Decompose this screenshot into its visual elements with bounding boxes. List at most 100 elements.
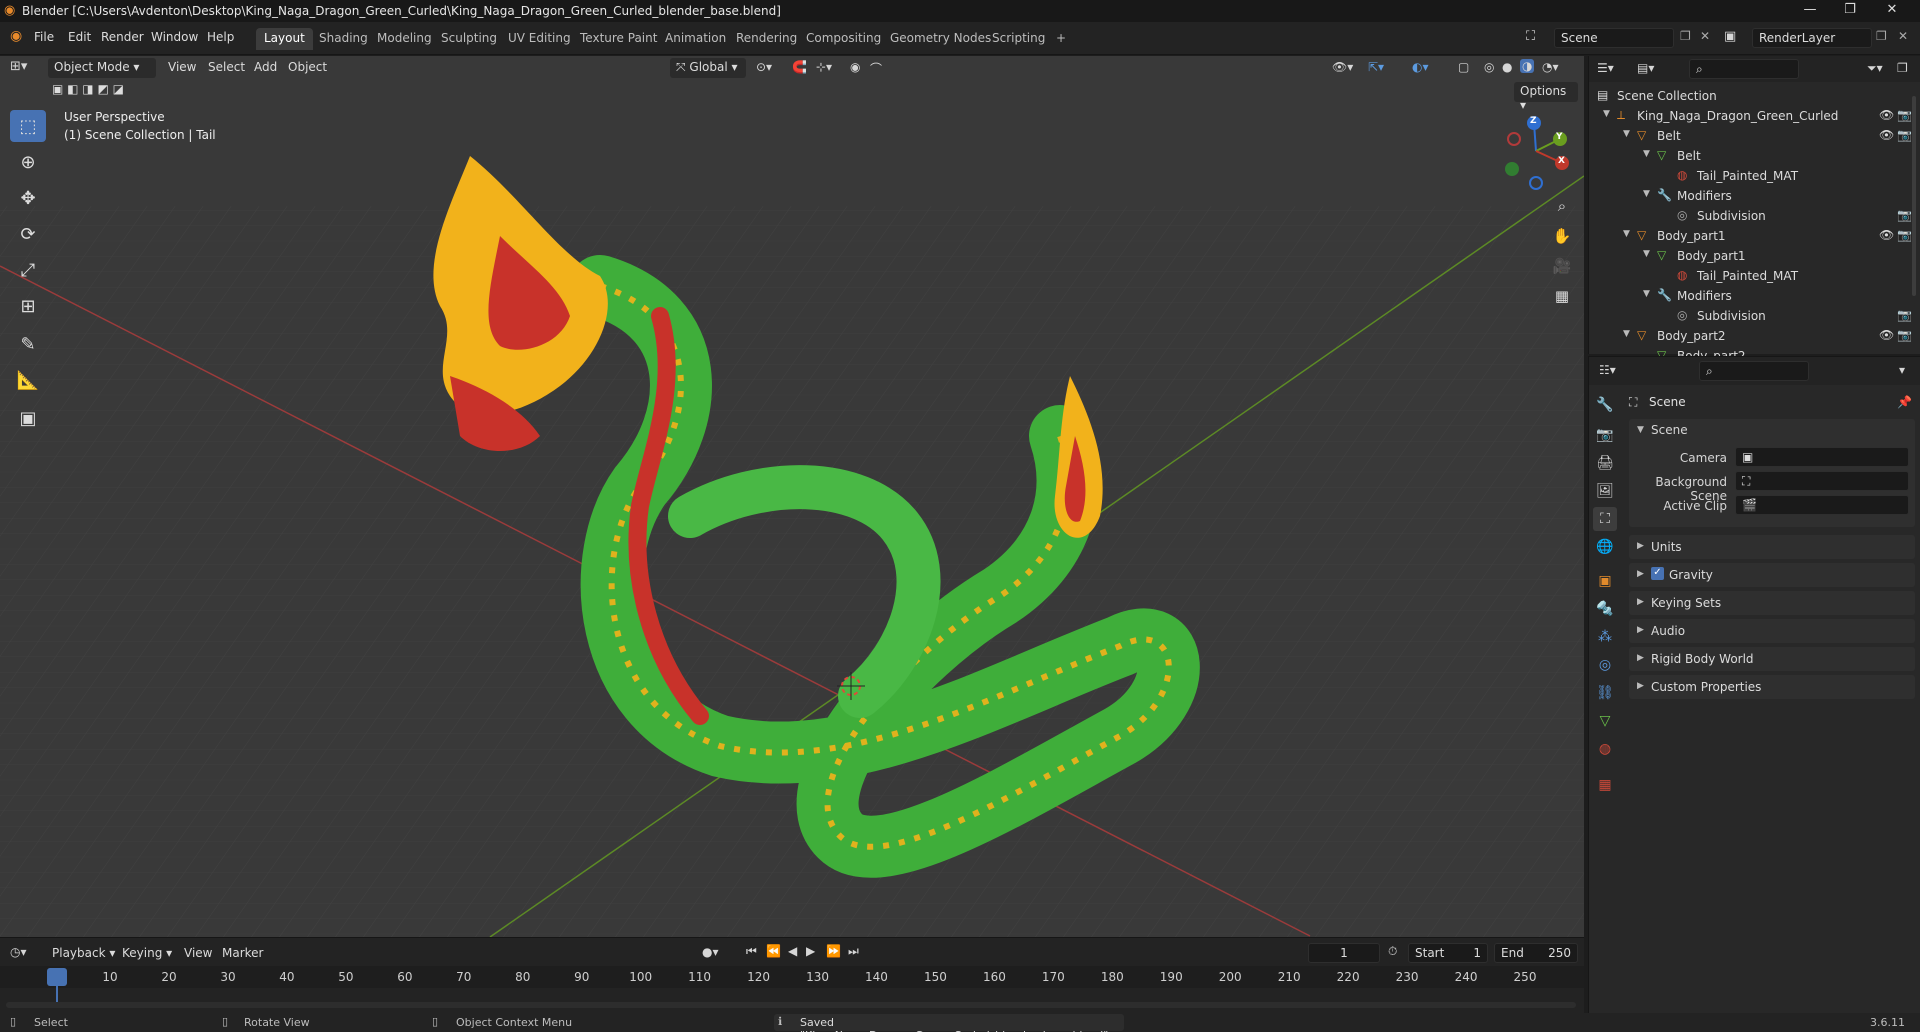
render-camera-icon[interactable]: 📷 [1897,228,1912,242]
xray-icon[interactable]: ▢ [1458,60,1469,74]
gizmo-toggle-icon[interactable]: ⇱▾ [1368,60,1384,74]
outliner-row[interactable]: ◎ Subdivision 📷 [1589,206,1920,226]
timeline-scrollbar[interactable] [6,1002,1576,1008]
render-camera-icon[interactable]: 📷 [1897,208,1912,222]
outliner-row[interactable]: ▼ ▽ Belt 👁 📷 [1589,126,1920,146]
scene-tab-icon[interactable]: ⛶ [1593,507,1617,531]
outliner-row[interactable]: ▼ ▽ Body_part2 👁 📷 [1589,326,1920,346]
expand-toggle-icon[interactable]: ▼ [1623,229,1630,239]
material-shading-icon[interactable]: ◑ [1520,59,1535,73]
outliner-row[interactable]: ▼ ▽ Body_part1 👁 📷 [1589,226,1920,246]
data-tab-icon[interactable]: ▽ [1593,709,1617,733]
menu-file[interactable]: File [34,30,54,44]
minimize-button[interactable]: — [1790,2,1830,17]
camera-field[interactable]: ▣ [1735,447,1909,467]
editor-type-icon[interactable]: ⊞▾ [10,59,27,74]
object-tab-icon[interactable]: ▣ [1593,569,1617,593]
expand-toggle-icon[interactable]: ▼ [1643,289,1650,299]
menu-render[interactable]: Render [101,30,144,44]
pivot-point-icon[interactable]: ⊙▾ [756,60,772,74]
outliner-row[interactable]: ◎ Subdivision 📷 [1589,306,1920,326]
snap-settings-icon[interactable]: ⊹▾ [816,60,832,74]
transform-orientation-dropdown[interactable]: ⤧ Global ▾ [670,58,746,78]
timeline-editor-icon[interactable]: ◷▾ [10,945,27,959]
gravity-checkbox[interactable]: ✓ [1651,567,1664,580]
end-frame-field[interactable]: End 250 [1494,943,1578,963]
falloff-icon[interactable]: ⌒ [870,60,882,77]
physics-tab-icon[interactable]: ◎ [1593,653,1617,677]
delete-scene-icon[interactable]: ✕ [1700,29,1710,43]
tab-layout[interactable]: Layout [256,28,313,50]
tab-sculpting[interactable]: Sculpting [433,28,505,50]
material-tab-icon[interactable]: ◍ [1593,737,1617,761]
tab-uv-editing[interactable]: UV Editing [500,28,579,50]
menu-add[interactable]: Add [254,60,277,74]
active-clip-field[interactable]: 🎬 [1735,495,1909,515]
overlay-toggle-icon[interactable]: ◐▾ [1412,60,1429,74]
blender-menu-icon[interactable]: ◉ [10,28,22,44]
camera-view-icon[interactable]: 🎥 [1548,252,1576,280]
annotate-tool-icon[interactable]: ✎ [10,328,46,360]
3d-viewport[interactable]: User Perspective (1) Scene Collection | … [0,56,1584,937]
output-tab-icon[interactable]: 🖨 [1593,451,1617,475]
scene-panel-toggle-icon[interactable]: ▼ [1637,425,1644,435]
custom-properties-panel[interactable]: ▶ Custom Properties [1629,675,1915,699]
mode-dropdown[interactable]: Object Mode ▾ [48,58,156,78]
filter-icon[interactable]: ⏷▾ [1867,61,1883,76]
menu-edit[interactable]: Edit [68,30,91,44]
modifier-tab-icon[interactable]: 🔩 [1593,597,1617,621]
menu-timeline-view[interactable]: View [184,946,212,960]
tab-scripting[interactable]: Scripting [984,28,1053,50]
outliner-row[interactable]: ▤ Scene Collection [1589,86,1920,106]
menu-keying[interactable]: Keying ▾ [122,946,172,960]
wireframe-shading-icon[interactable]: ◎ [1484,60,1494,74]
properties-editor-icon[interactable]: ☷▾ [1599,363,1616,377]
menu-object[interactable]: Object [288,60,327,74]
gravity-panel[interactable]: ▶ ✓ Gravity [1629,563,1915,587]
preview-range-icon[interactable]: ⏱ [1388,944,1397,959]
scene-browse-icon[interactable]: ⛶ [1526,29,1535,44]
visibility-icon[interactable]: 👁▾ [1332,60,1353,74]
tab-compositing[interactable]: Compositing [798,28,889,50]
background-scene-field[interactable]: ⛶ [1735,471,1909,491]
expand-toggle-icon[interactable]: ▼ [1623,329,1630,339]
cursor-tool-icon[interactable]: ⊕ [10,146,46,178]
world-tab-icon[interactable]: 🌐 [1593,535,1617,559]
menu-marker[interactable]: Marker [222,946,263,960]
expand-toggle-icon[interactable]: ▼ [1623,129,1630,139]
render-camera-icon[interactable]: 📷 [1897,328,1912,342]
outliner-row[interactable]: ▼ ▽ Body_part1 [1589,246,1920,266]
measure-tool-icon[interactable]: 📐 [10,364,46,396]
jump-start-icon[interactable]: ⏮ [746,944,757,959]
renderlayer-browse-icon[interactable]: ▣ [1724,29,1736,44]
jump-keyframe-back-icon[interactable]: ⏪ [766,944,781,958]
menu-window[interactable]: Window [151,30,198,44]
new-collection-icon[interactable]: ❐ [1897,61,1908,75]
rigid-body-world-panel[interactable]: ▶ Rigid Body World [1629,647,1915,671]
outliner-row[interactable]: ◍ Tail_Painted_MAT [1589,166,1920,186]
outliner-editor-icon[interactable]: ☰▾ [1597,61,1614,75]
render-camera-icon[interactable]: 📷 [1897,128,1912,142]
auto-keying-icon[interactable]: ●▾ [702,945,719,959]
expand-toggle-icon[interactable]: ▼ [1643,189,1650,199]
add-workspace-button[interactable]: + [1048,28,1074,50]
move-tool-icon[interactable]: ✥ [10,182,46,214]
tool-tab-icon[interactable]: 🔧 [1593,393,1617,417]
menu-help[interactable]: Help [207,30,234,44]
zoom-icon[interactable]: ⌕ [1548,192,1576,220]
render-camera-icon[interactable]: 📷 [1897,308,1912,322]
scene-field[interactable]: Scene [1554,28,1674,48]
expand-toggle-icon[interactable]: ▼ [1603,109,1610,119]
transform-tool-icon[interactable]: ⊞ [10,290,46,322]
visibility-eye-icon[interactable]: 👁 [1879,228,1894,242]
navigation-gizmo[interactable]: Z Y X [1500,111,1580,191]
jump-end-icon[interactable]: ⏭ [848,944,859,959]
outliner-row[interactable]: ▼ 🔧 Modifiers [1589,186,1920,206]
start-frame-field[interactable]: Start 1 [1408,943,1488,963]
maximize-button[interactable]: ❐ [1830,2,1870,17]
select-box-tool-icon[interactable]: ⬚ [10,110,46,142]
proportional-editing-icon[interactable]: ◉ [850,60,860,74]
constraints-tab-icon[interactable]: ⛓ [1593,681,1617,705]
options-dropdown[interactable]: Options ▾ [1514,82,1578,112]
renderlayer-field[interactable]: RenderLayer [1752,28,1872,48]
